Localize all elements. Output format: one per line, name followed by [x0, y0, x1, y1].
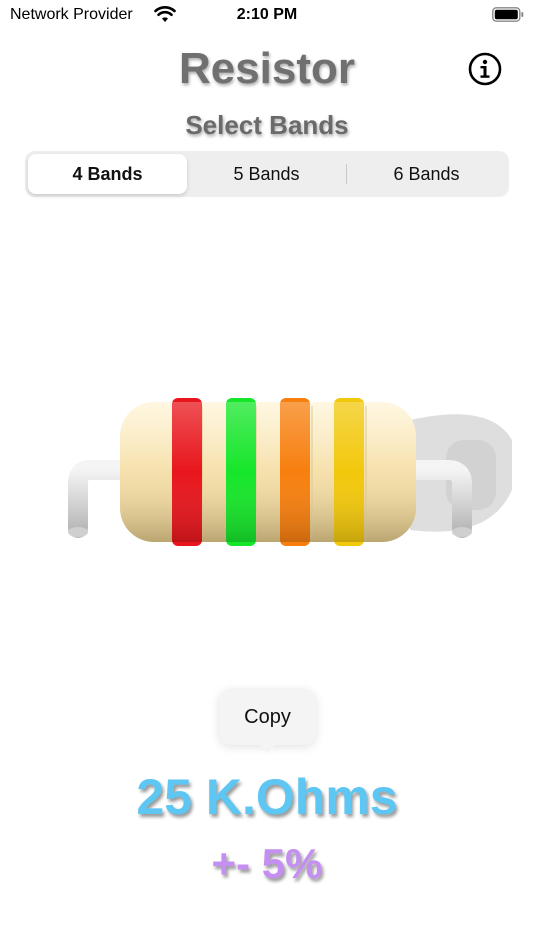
page-subtitle: Select Bands	[185, 110, 349, 140]
left-lead	[68, 460, 132, 538]
info-icon[interactable]	[468, 52, 502, 86]
copy-menu-button[interactable]: Copy	[219, 689, 316, 745]
clock: 2:10 PM	[236, 6, 298, 23]
battery-icon	[492, 7, 524, 22]
band-orange[interactable]	[280, 398, 310, 546]
page-title: Resistor	[178, 44, 356, 93]
resistance-value[interactable]: 25 K.Ohms	[0, 768, 534, 826]
band-gold[interactable]	[334, 398, 364, 546]
tolerance-value: +- 5%	[211, 840, 323, 887]
segment-5-bands[interactable]: 5 Bands	[187, 154, 346, 194]
segment-6-bands[interactable]: 6 Bands	[347, 154, 506, 194]
copy-menu-arrow	[257, 743, 277, 753]
band-red[interactable]	[172, 398, 202, 546]
resistor-body	[120, 402, 416, 542]
status-bar: Network Provider 2:10 PM	[0, 0, 534, 32]
band-count-selector: 4 Bands 5 Bands 6 Bands	[25, 151, 509, 197]
segment-4-bands[interactable]: 4 Bands	[28, 154, 187, 194]
band-green[interactable]	[226, 398, 256, 546]
resistor-illustration	[68, 398, 512, 546]
